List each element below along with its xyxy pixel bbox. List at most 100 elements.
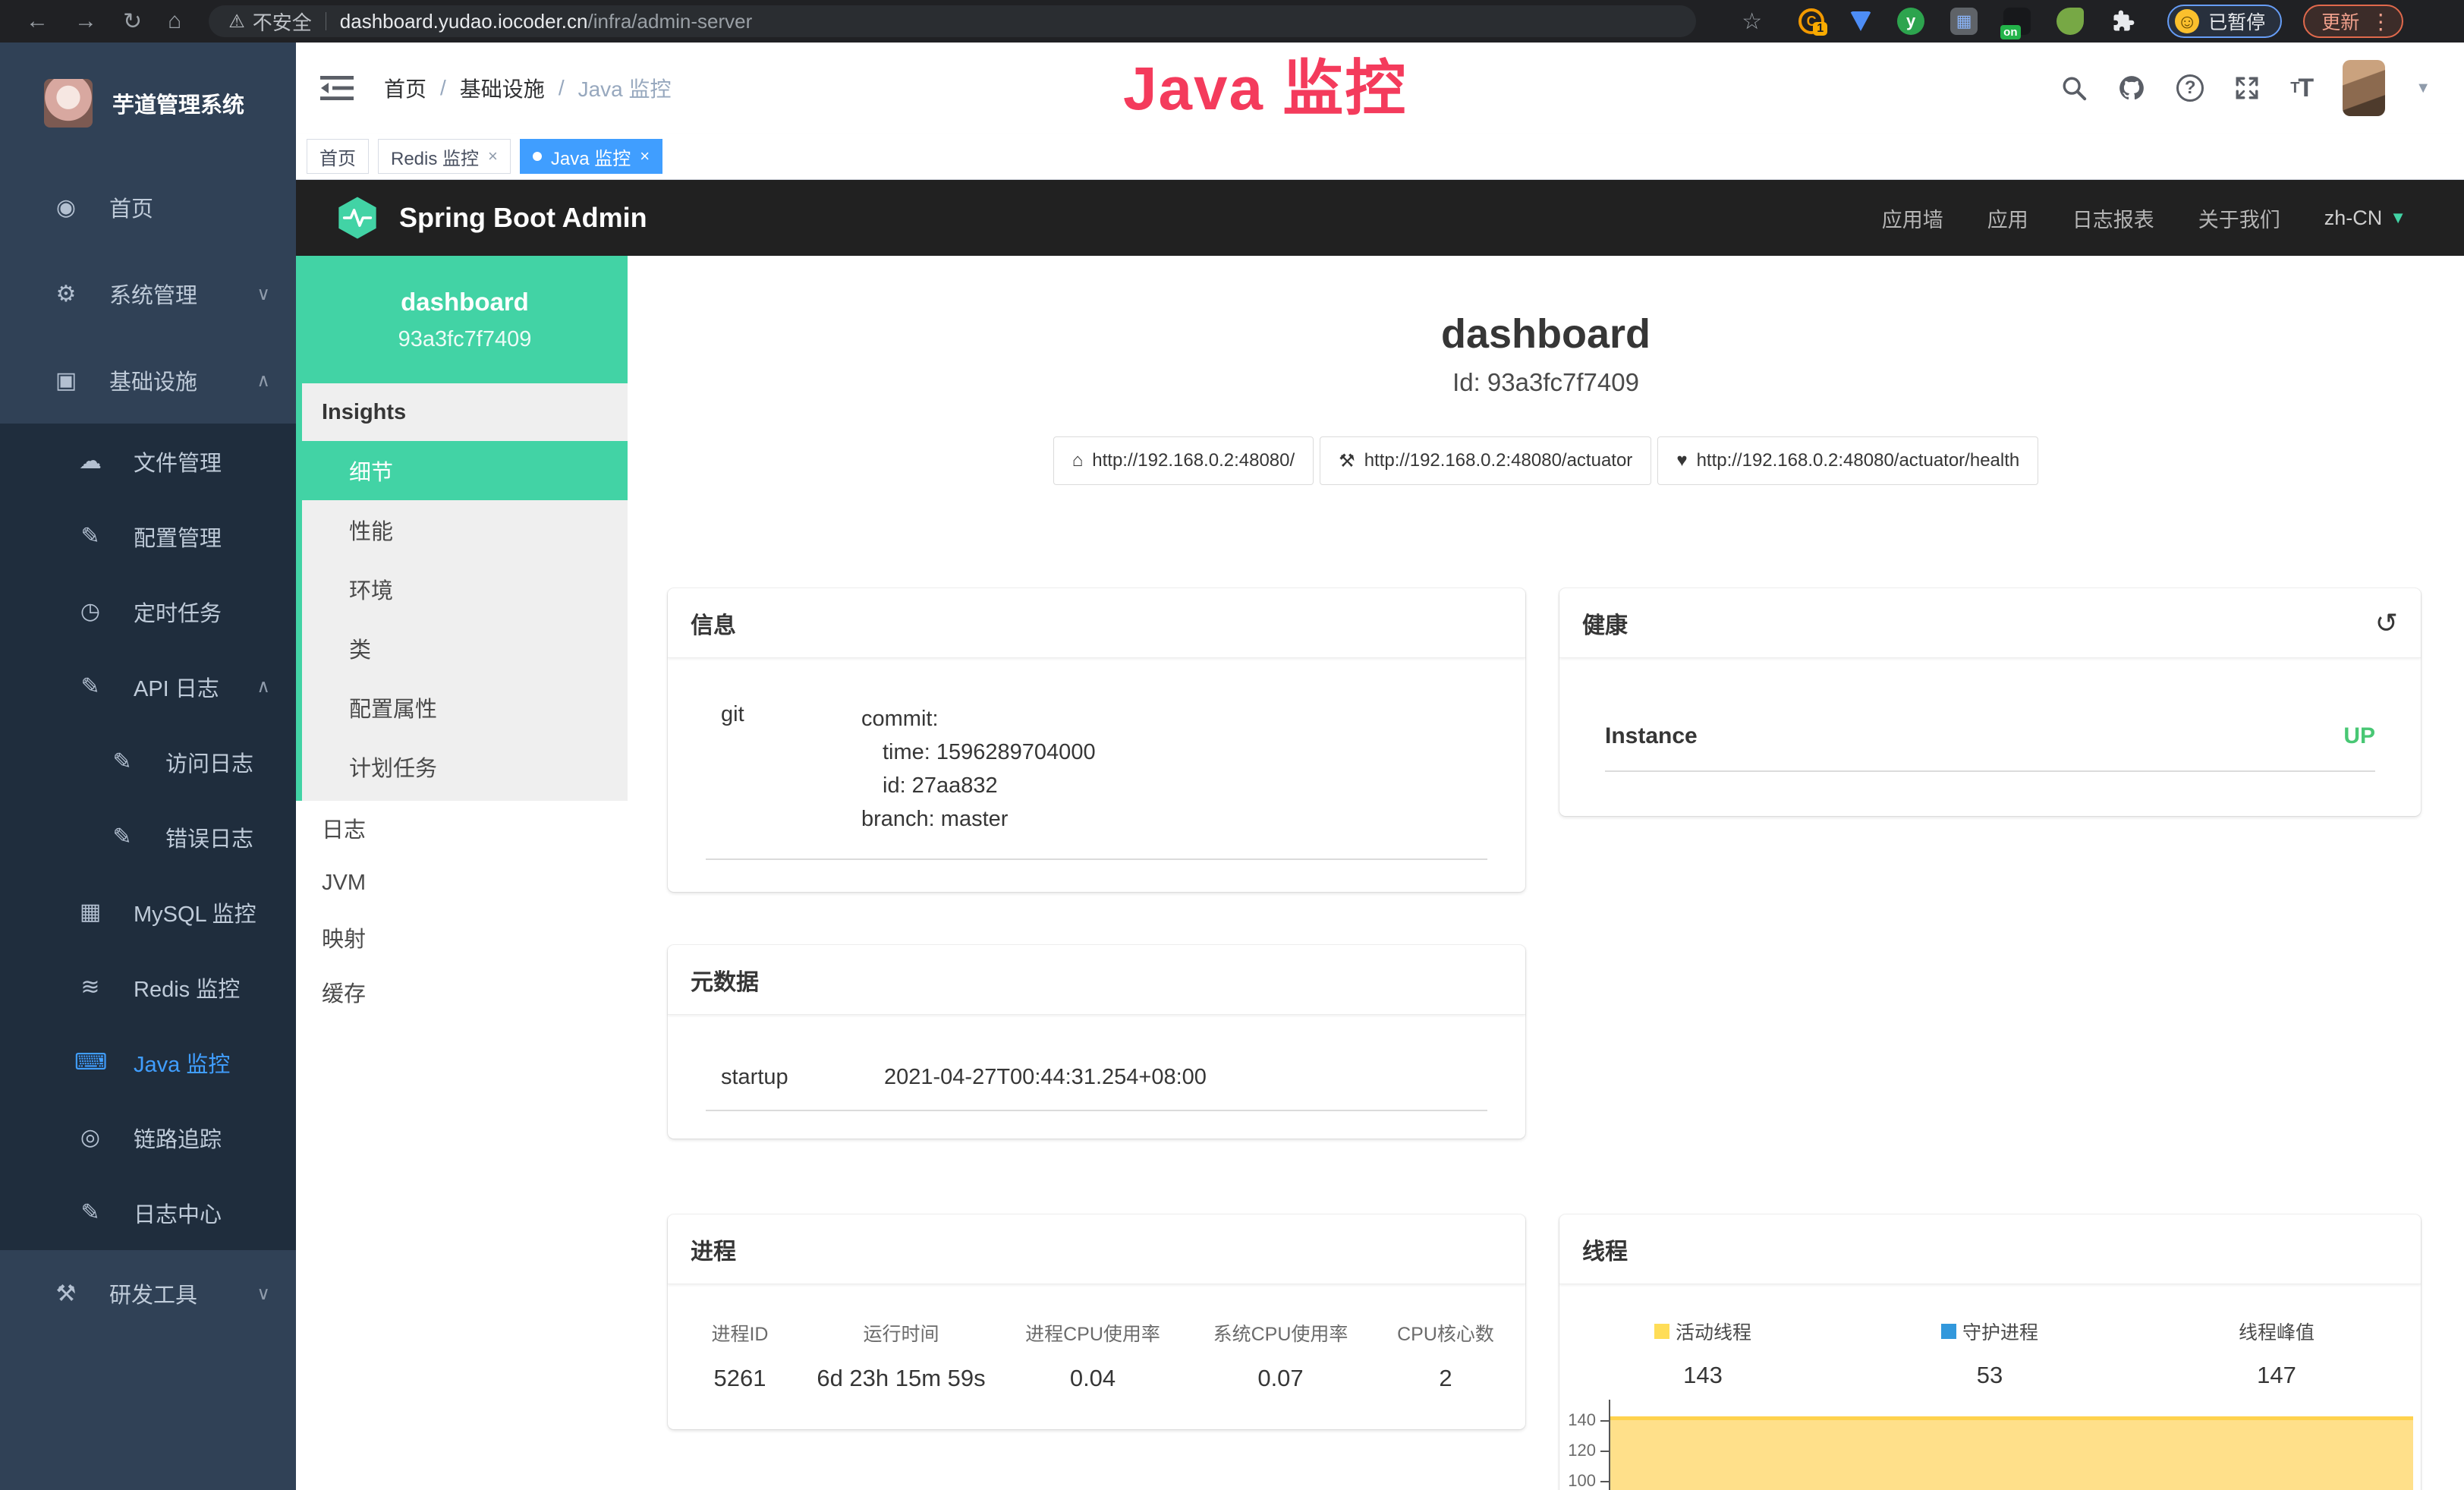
sidebar-item-error-log[interactable]: ✎ 错误日志 — [0, 799, 296, 874]
sba-item-details[interactable]: 细节 — [296, 441, 628, 500]
history-icon[interactable]: ↺ — [2375, 607, 2398, 639]
admin-sidebar: 芋道管理系统 ◉ 首页 ⚙ 系统管理 ∨ ▣ 基础设施 ∧ ☁ 文件管理 — [0, 43, 296, 1490]
url-text: dashboard.yudao.iocoder.cn/infra/admin-s… — [340, 10, 752, 33]
extension-y-icon[interactable]: y — [1897, 8, 1924, 35]
sidebar-item-mysql[interactable]: ▦ MySQL 监控 — [0, 874, 296, 950]
language-selector[interactable]: zh-CN ▼ — [2324, 206, 2406, 230]
close-icon[interactable] — [488, 146, 498, 167]
sidebar-item-java-monitor[interactable]: ⌨ Java 监控 — [0, 1025, 296, 1100]
sba-item-config-props[interactable]: 配置属性 — [302, 678, 628, 737]
browser-update-button[interactable]: 更新 ⋮ — [2303, 5, 2403, 38]
actuator-url-button[interactable]: ⚒ http://192.168.0.2:48080/actuator — [1320, 436, 1651, 485]
fullscreen-icon[interactable] — [2234, 75, 2260, 101]
metadata-card: 元数据 startup 2021-04-27T00:44:31.254+08:0… — [668, 945, 1525, 1139]
browser-menu-icon[interactable]: ⋮ — [2370, 9, 2391, 34]
log-icon: ✎ — [74, 673, 106, 700]
breadcrumb-infra[interactable]: 基础设施 — [460, 73, 545, 103]
sba-item-mappings[interactable]: 映射 — [296, 910, 628, 965]
extension-c-icon[interactable]: C 1 — [1798, 8, 1824, 34]
sba-content: dashboard Id: 93a3fc7f7409 ⌂ http://192.… — [628, 256, 2464, 1490]
health-card-header: 健康 ↺ — [1559, 588, 2421, 658]
legend-blue-swatch — [1941, 1324, 1956, 1339]
extension-pin-icon[interactable] — [1850, 11, 1871, 31]
help-icon[interactable]: ? — [2176, 74, 2204, 102]
sba-item-metrics[interactable]: 性能 — [302, 500, 628, 559]
back-icon[interactable]: ← — [26, 8, 49, 34]
extensions-puzzle-icon[interactable] — [2110, 8, 2137, 35]
log-icon: ✎ — [106, 824, 138, 850]
search-icon[interactable] — [2061, 75, 2087, 101]
sidebar-item-api-log[interactable]: ✎ API 日志 ∧ — [0, 649, 296, 724]
breadcrumb: 首页 / 基础设施 / Java 监控 — [384, 73, 672, 103]
bookmark-star-icon[interactable]: ☆ — [1742, 8, 1762, 35]
github-icon[interactable] — [2117, 74, 2146, 102]
layers-icon: ≋ — [74, 974, 106, 1000]
extension-switch-icon[interactable]: on — [2003, 8, 2031, 35]
log-icon: ✎ — [74, 1199, 106, 1226]
app-logo-row[interactable]: 芋道管理系统 — [0, 43, 296, 141]
sba-item-classes[interactable]: 类 — [302, 619, 628, 678]
user-avatar[interactable] — [2343, 60, 2385, 116]
sba-nav-journal[interactable]: 日志报表 — [2072, 203, 2154, 233]
sidebar-item-infra[interactable]: ▣ 基础设施 ∧ — [0, 337, 296, 424]
sba-item-scheduled-tasks[interactable]: 计划任务 — [302, 737, 628, 796]
eye-icon: ◎ — [74, 1124, 106, 1151]
extension-grid-icon[interactable]: ▦ — [1950, 8, 1978, 35]
sba-item-environment[interactable]: 环境 — [302, 559, 628, 619]
avatar-caret-icon[interactable]: ▼ — [2415, 80, 2431, 97]
browser-home-icon[interactable]: ⌂ — [168, 8, 181, 34]
startup-row: startup 2021-04-27T00:44:31.254+08:00 — [706, 1065, 1487, 1111]
git-info-value: commit: time: 1596289704000 id: 27aa832 … — [861, 702, 1096, 836]
sba-nav-wallboard[interactable]: 应用墙 — [1882, 203, 1943, 233]
reload-icon[interactable]: ↻ — [123, 8, 142, 35]
instance-health-row[interactable]: Instance UP — [1605, 723, 2375, 772]
health-url-button[interactable]: ♥ http://192.168.0.2:48080/actuator/heal… — [1657, 436, 2038, 485]
sidebar-item-tracing[interactable]: ◎ 链路追踪 — [0, 1100, 296, 1175]
sba-header: Spring Boot Admin 应用墙 应用 日志报表 关于我们 zh-CN… — [296, 180, 2464, 256]
close-icon[interactable] — [640, 146, 650, 167]
paused-extension-badge[interactable]: ☺ 已暂停 — [2167, 5, 2282, 38]
y-tick-140: 140 — [1561, 1410, 1596, 1430]
sidebar-item-system[interactable]: ⚙ 系统管理 ∨ — [0, 250, 296, 337]
font-size-icon[interactable]: TT — [2290, 74, 2312, 103]
sidebar-item-home[interactable]: ◉ 首页 — [0, 164, 296, 250]
sba-item-caches[interactable]: 缓存 — [296, 965, 628, 1019]
sba-title[interactable]: Spring Boot Admin — [399, 202, 647, 234]
sidebar-item-file[interactable]: ☁ 文件管理 — [0, 424, 296, 499]
app-title: 芋道管理系统 — [112, 87, 244, 119]
sba-item-jvm[interactable]: JVM — [296, 855, 628, 910]
sidebar-item-redis[interactable]: ≋ Redis 监控 — [0, 950, 296, 1025]
tools-icon: ⚒ — [50, 1281, 82, 1307]
process-table-values: 5261 6d 23h 15m 59s 0.04 0.07 2 — [668, 1365, 1525, 1392]
wrench-icon: ⚒ — [1339, 450, 1355, 472]
service-url-button[interactable]: ⌂ http://192.168.0.2:48080/ — [1053, 436, 1314, 485]
git-info-row: git commit: time: 1596289704000 id: 27aa… — [706, 702, 1487, 860]
on-badge: on — [2000, 25, 2020, 39]
page-instance-id: Id: 93a3fc7f7409 — [628, 368, 2464, 397]
sba-item-logs[interactable]: 日志 — [296, 801, 628, 855]
tag-home[interactable]: 首页 — [307, 139, 369, 174]
breadcrumb-home[interactable]: 首页 — [384, 73, 426, 103]
sidebar-item-job[interactable]: ◷ 定时任务 — [0, 574, 296, 649]
cloud-upload-icon: ☁ — [74, 448, 106, 474]
sidebar-item-config[interactable]: ✎ 配置管理 — [0, 499, 296, 574]
sba-nav-applications[interactable]: 应用 — [1987, 203, 2028, 233]
hamburger-icon[interactable] — [320, 74, 354, 102]
sidebar-item-log-center[interactable]: ✎ 日志中心 — [0, 1175, 296, 1250]
tag-java-monitor[interactable]: Java 监控 — [520, 139, 662, 174]
tag-redis-monitor[interactable]: Redis 监控 — [378, 139, 511, 174]
sidebar-item-dev-tools[interactable]: ⚒ 研发工具 ∨ — [0, 1250, 296, 1337]
forward-icon[interactable]: → — [74, 8, 97, 34]
sidebar-item-access-log[interactable]: ✎ 访问日志 — [0, 724, 296, 799]
legend-peak-threads: 线程峰值 — [2133, 1318, 2420, 1345]
y-tick-100: 100 — [1561, 1471, 1596, 1490]
app-logo-avatar — [44, 79, 93, 128]
extension-leaf-icon[interactable] — [2056, 8, 2084, 35]
sba-app-card[interactable]: dashboard 93a3fc7f7409 — [296, 256, 628, 383]
annotation-text: Java 监控 — [1123, 39, 1407, 128]
infra-submenu: ☁ 文件管理 ✎ 配置管理 ◷ 定时任务 ✎ API 日志 ∧ ✎ — [0, 424, 296, 1250]
address-bar[interactable]: ⚠ 不安全 dashboard.yudao.iocoder.cn/infra/a… — [209, 5, 1696, 37]
sba-nav-about[interactable]: 关于我们 — [2198, 203, 2280, 233]
extension-badge: 1 — [1813, 22, 1827, 36]
daemon-threads-value: 53 — [1846, 1362, 2133, 1389]
